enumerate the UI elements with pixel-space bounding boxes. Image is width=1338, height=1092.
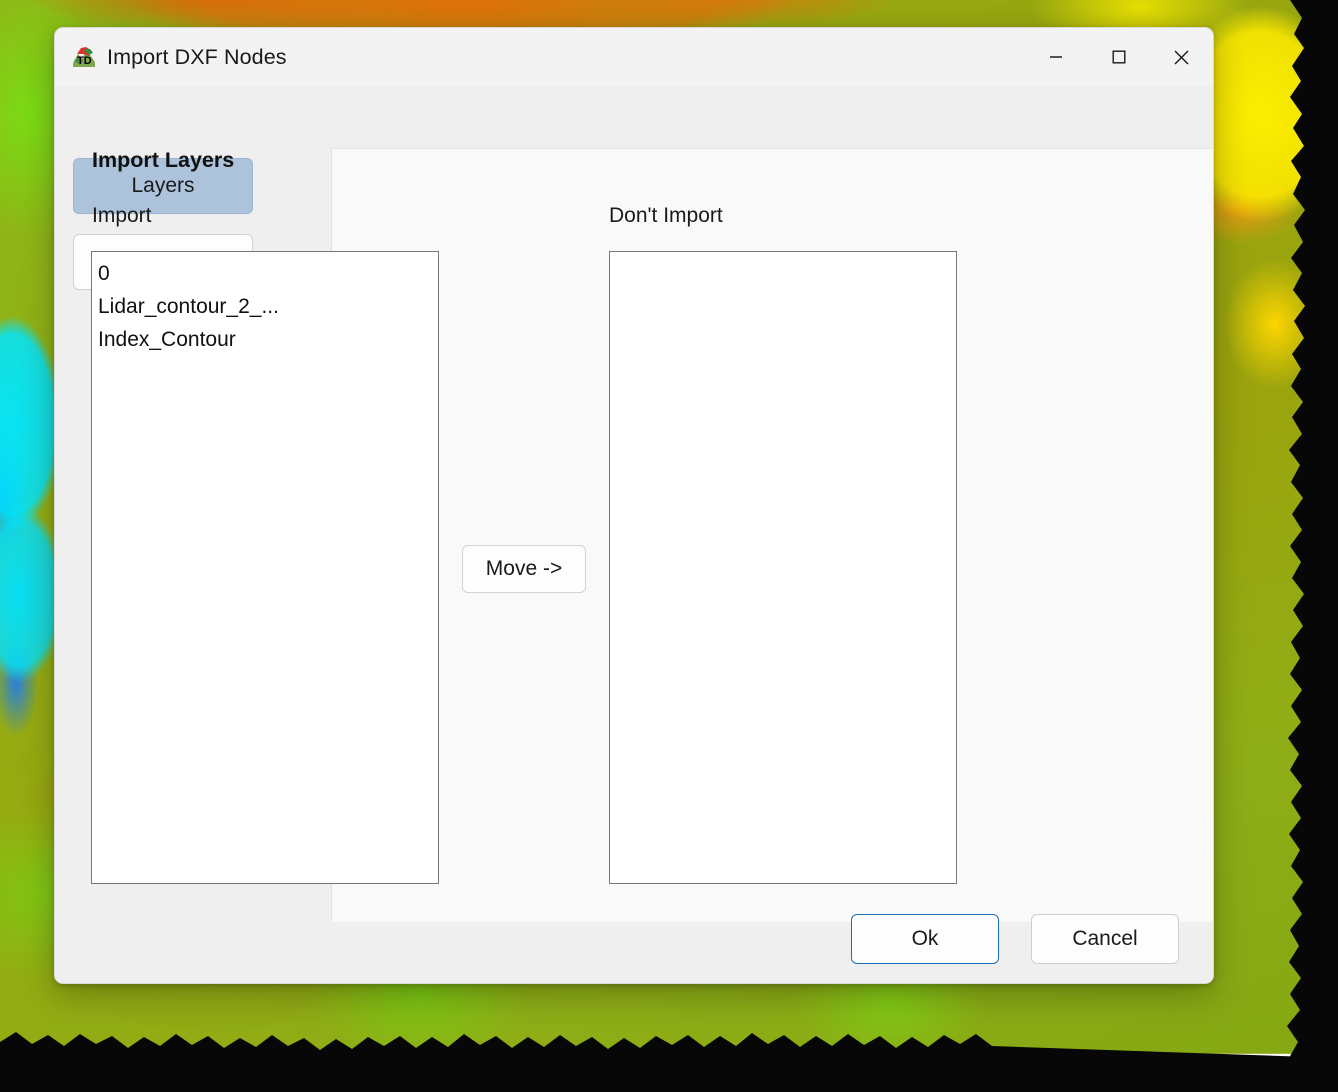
list-item[interactable]: Index_Contour — [92, 323, 438, 356]
dont-import-listbox[interactable] — [609, 251, 957, 884]
maximize-button[interactable] — [1087, 28, 1150, 86]
import-listbox[interactable]: 0 Lidar_contour_2_... Index_Contour — [91, 251, 439, 884]
screen: TD Import DXF Nodes Layers Import Layers… — [0, 0, 1338, 1092]
import-dxf-nodes-dialog: TD Import DXF Nodes Layers Import Layers… — [54, 27, 1214, 984]
titlebar[interactable]: TD Import DXF Nodes — [55, 28, 1213, 86]
ok-button[interactable]: Ok — [851, 914, 999, 964]
close-icon — [1174, 50, 1189, 64]
dialog-body: Layers Entities Import Layers Import Don… — [55, 86, 1213, 983]
page-title: Import Layers — [92, 148, 235, 172]
list-item[interactable]: 0 — [92, 257, 438, 290]
sidebar-item-label: Layers — [131, 174, 195, 197]
move-button-label: Move -> — [485, 557, 563, 580]
move-button[interactable]: Move -> — [462, 545, 586, 593]
terrain-dem-icon: TD — [71, 45, 97, 69]
dialog-footer: Ok Cancel — [55, 914, 1213, 983]
svg-text:TD: TD — [77, 55, 92, 67]
ok-button-label: Ok — [911, 927, 939, 950]
window-title: Import DXF Nodes — [107, 44, 287, 69]
cancel-button-label: Cancel — [1072, 927, 1138, 950]
import-column-label: Import — [92, 204, 152, 227]
dont-import-column-label: Don't Import — [609, 204, 723, 227]
close-button[interactable] — [1150, 28, 1213, 86]
minimize-icon — [1049, 56, 1062, 58]
minimize-button[interactable] — [1024, 28, 1087, 86]
cancel-button[interactable]: Cancel — [1031, 914, 1179, 964]
list-item[interactable]: Lidar_contour_2_... — [92, 290, 438, 323]
maximize-icon — [1112, 50, 1126, 64]
window-controls — [1024, 28, 1213, 86]
